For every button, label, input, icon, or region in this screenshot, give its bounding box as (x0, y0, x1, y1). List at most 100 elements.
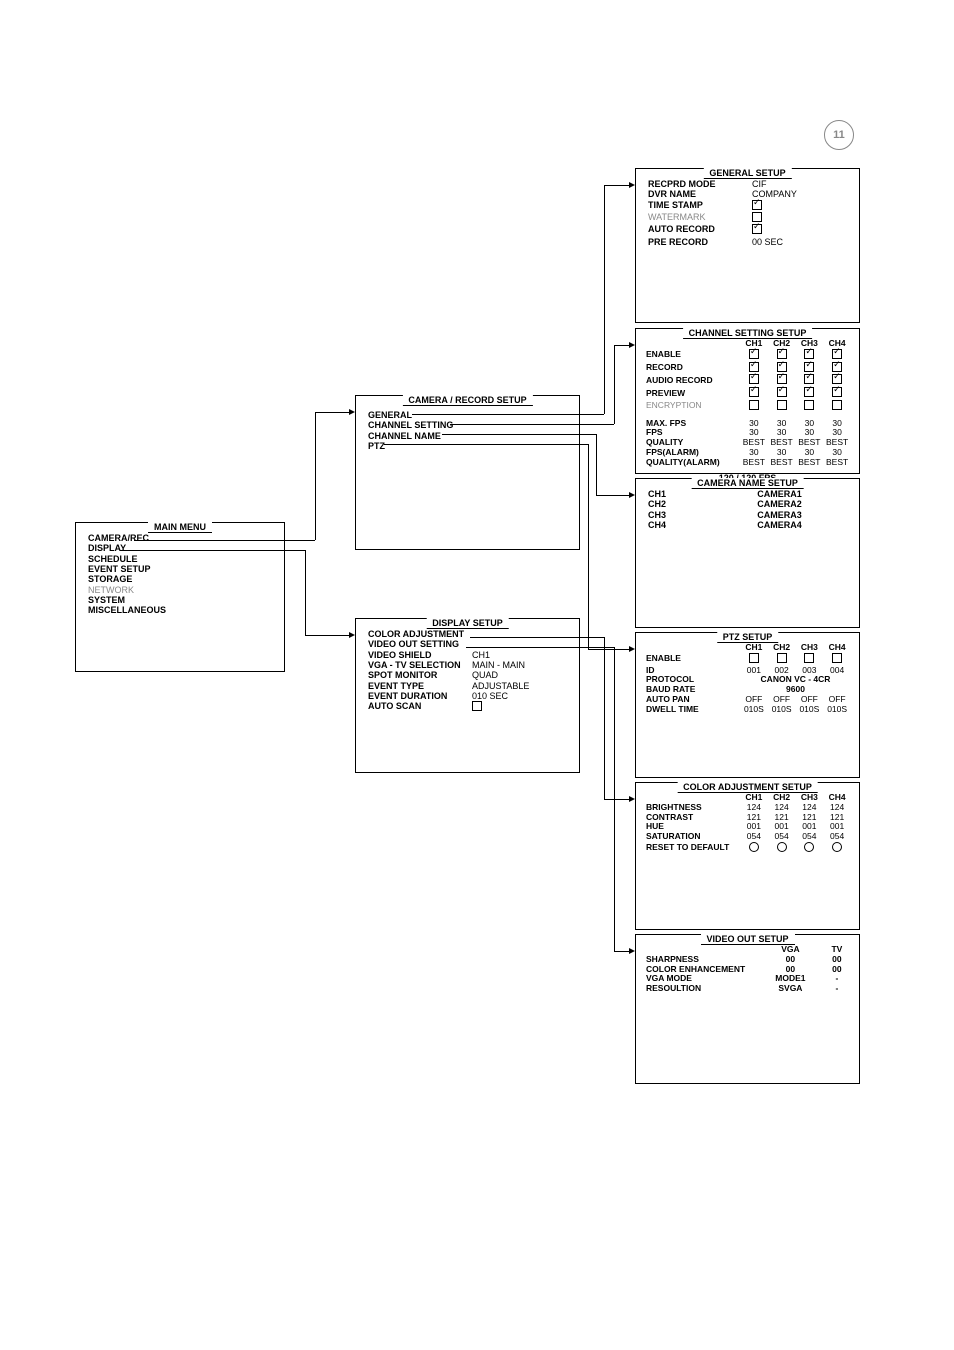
cell[interactable]: BEST (740, 458, 768, 468)
main-menu-item[interactable]: CAMERA/REC (88, 533, 272, 543)
vo-value[interactable]: - (823, 984, 851, 994)
connector (596, 434, 597, 495)
cell[interactable] (796, 387, 824, 400)
ch-header: CH3 (796, 643, 824, 653)
gs-label: TIME STAMP (648, 200, 748, 212)
cell[interactable]: 054 (796, 832, 824, 842)
gs-value[interactable] (752, 212, 847, 224)
main-menu-item[interactable]: NETWORK (88, 585, 272, 595)
cell[interactable] (740, 400, 768, 413)
cell[interactable] (823, 653, 851, 666)
cell[interactable] (768, 653, 796, 666)
ds-value: 010 SEC (472, 691, 567, 701)
gs-value[interactable]: 00 SEC (752, 237, 847, 247)
connector (580, 637, 604, 638)
arrow-icon (629, 342, 635, 348)
ds-label[interactable]: VIDEO OUT SETTING (368, 639, 468, 649)
gs-value[interactable] (752, 224, 847, 236)
ds-value: QUAD (472, 670, 567, 680)
main-menu-item[interactable]: SCHEDULE (88, 554, 272, 564)
ds-label[interactable]: EVENT TYPE (368, 681, 468, 691)
cell[interactable]: BEST (823, 458, 851, 468)
arrow-icon (349, 409, 355, 415)
gs-label: AUTO RECORD (648, 224, 748, 236)
connector-stub (134, 540, 285, 541)
panel-title: MAIN MENU (148, 522, 212, 533)
connector (315, 412, 316, 540)
crs-item[interactable]: PTZ (368, 441, 567, 451)
arrow-icon (349, 632, 355, 638)
cns-value[interactable]: CAMERA3 (712, 510, 847, 520)
connector (580, 424, 614, 425)
cell[interactable] (796, 400, 824, 413)
row-label: DWELL TIME (644, 705, 740, 715)
connector (614, 951, 629, 952)
gs-value[interactable]: COMPANY (752, 189, 847, 199)
crs-item[interactable]: CHANNEL SETTING (368, 420, 567, 430)
ds-label[interactable]: VIDEO SHIELD (368, 650, 468, 660)
cell[interactable] (796, 842, 824, 855)
connector (588, 649, 629, 650)
connector (580, 647, 614, 648)
row-label: RECORD (644, 362, 740, 375)
ds-label[interactable]: SPOT MONITOR (368, 670, 468, 680)
ds-label[interactable]: VGA - TV SELECTION (368, 660, 468, 670)
cell[interactable] (768, 842, 796, 855)
ds-value (472, 639, 567, 649)
connector (614, 345, 629, 346)
panel-title: DISPLAY SETUP (426, 618, 509, 629)
panel-title: COLOR ADJUSTMENT SETUP (677, 782, 818, 793)
cell[interactable]: BEST (768, 458, 796, 468)
main-menu-item[interactable]: SYSTEM (88, 595, 272, 605)
cell[interactable] (823, 400, 851, 413)
cell[interactable]: 054 (768, 832, 796, 842)
cns-label: CH4 (648, 520, 708, 530)
cns-value[interactable]: CAMERA2 (712, 499, 847, 509)
cell[interactable] (740, 842, 768, 855)
main-menu-item[interactable]: DISPLAY (88, 543, 272, 553)
ds-label[interactable]: COLOR ADJUSTMENT (368, 629, 468, 639)
cell[interactable] (768, 400, 796, 413)
cell[interactable]: 010S (768, 705, 796, 715)
cell[interactable] (796, 653, 824, 666)
panel-channel-setting-setup: CHANNEL SETTING SETUP CH1CH2CH3CH4ENABLE… (635, 328, 860, 474)
cell[interactable] (823, 387, 851, 400)
ds-label[interactable]: EVENT DURATION (368, 691, 468, 701)
cell[interactable]: 010S (740, 705, 768, 715)
cell[interactable]: 010S (796, 705, 824, 715)
cell[interactable]: 054 (740, 832, 768, 842)
crs-item[interactable]: CHANNEL NAME (368, 431, 567, 441)
cns-value[interactable]: CAMERA1 (712, 489, 847, 499)
row-label: ENABLE (644, 349, 740, 362)
main-menu-item[interactable]: MISCELLANEOUS (88, 605, 272, 615)
panel-title: CAMERA NAME SETUP (691, 478, 804, 489)
main-menu-item[interactable]: EVENT SETUP (88, 564, 272, 574)
arrow-icon (629, 182, 635, 188)
channel-setting-rows: CH1CH2CH3CH4ENABLERECORDAUDIO RECORDPREV… (636, 329, 859, 488)
cell[interactable] (768, 387, 796, 400)
panel-camera-record-setup: CAMERA / RECORD SETUP GENERALCHANNEL SET… (355, 395, 580, 550)
arrow-icon (629, 948, 635, 954)
cell[interactable] (823, 842, 851, 855)
gs-value[interactable]: CIF (752, 179, 847, 189)
connector (614, 345, 615, 424)
cell[interactable]: 010S (823, 705, 851, 715)
cns-value[interactable]: CAMERA4 (712, 520, 847, 530)
cell[interactable] (740, 387, 768, 400)
gs-value[interactable] (752, 200, 847, 212)
cell[interactable] (740, 653, 768, 666)
cns-label: CH1 (648, 489, 708, 499)
general-setup-rows: RECPRD MODECIFDVR NAMECOMPANYTIME STAMPW… (636, 169, 859, 255)
panel-main-menu: MAIN MENU CAMERA/RECDISPLAYSCHEDULEEVENT… (75, 522, 285, 672)
gs-label: PRE RECORD (648, 237, 748, 247)
cell[interactable]: BEST (796, 458, 824, 468)
vo-label: RESOULTION (644, 984, 758, 994)
crs-item[interactable]: GENERAL (368, 410, 567, 420)
cell[interactable]: 054 (823, 832, 851, 842)
main-menu-item[interactable]: STORAGE (88, 574, 272, 584)
vo-value[interactable]: SVGA (758, 984, 823, 994)
panel-color-adjustment: COLOR ADJUSTMENT SETUP CH1CH2CH3CH4BRIGH… (635, 782, 860, 930)
ds-label[interactable]: AUTO SCAN (368, 701, 468, 713)
connector-stub (412, 414, 580, 415)
connector (614, 647, 615, 951)
